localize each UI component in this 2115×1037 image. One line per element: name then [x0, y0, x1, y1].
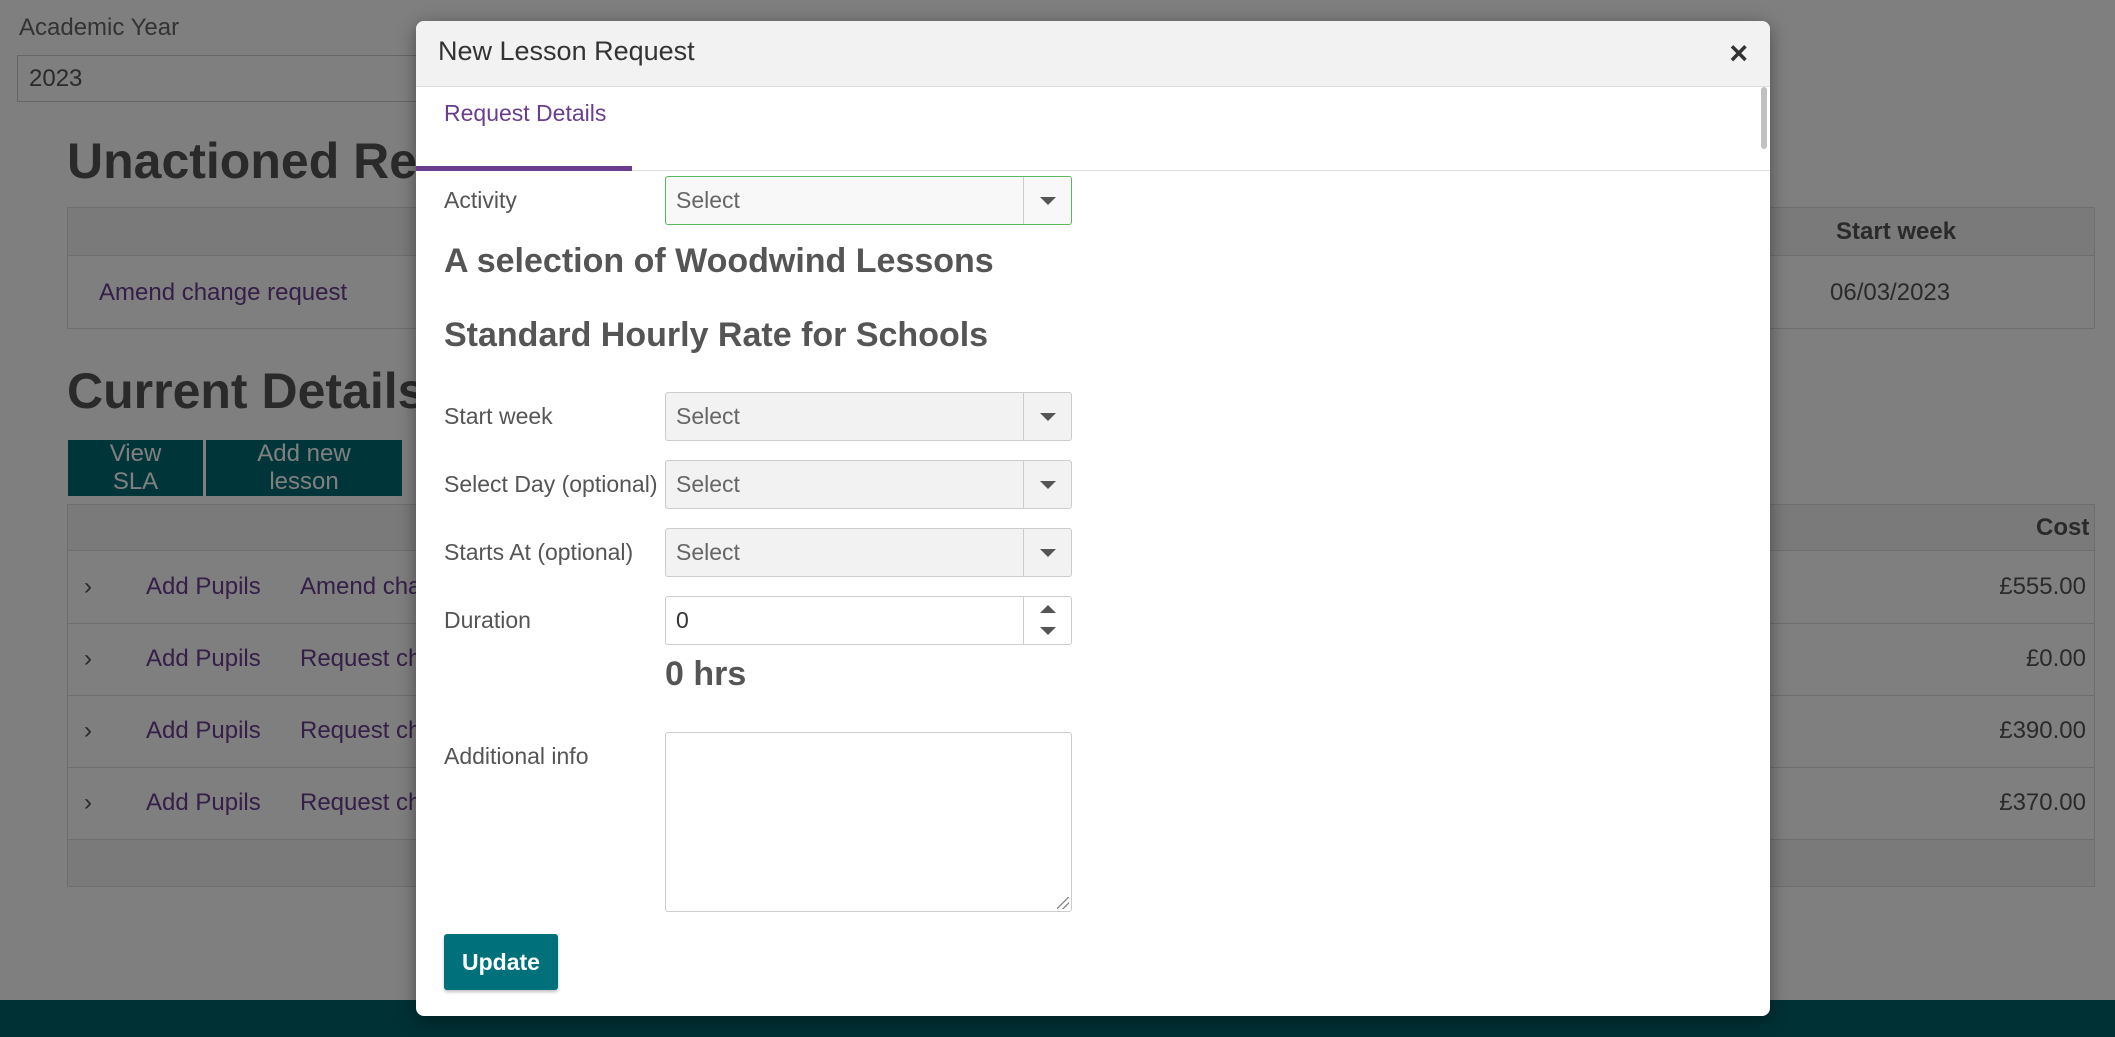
decrement-icon[interactable]: [1040, 627, 1056, 635]
tab-request-details[interactable]: Request Details: [416, 87, 632, 171]
activity-description-heading: A selection of Woodwind Lessons: [444, 242, 994, 280]
duration-input[interactable]: 0: [665, 596, 1072, 645]
chevron-down-icon[interactable]: [1023, 177, 1071, 224]
select-day-select-value: Select: [676, 471, 740, 497]
modal-header: New Lesson Request ×: [416, 21, 1770, 87]
duration-value: 0: [676, 607, 689, 633]
additional-info-label: Additional info: [444, 743, 589, 769]
rate-description-heading: Standard Hourly Rate for Schools: [444, 316, 989, 354]
duration-hours-display: 0 hrs: [665, 655, 747, 693]
start-week-label: Start week: [444, 403, 553, 429]
modal-title: New Lesson Request: [438, 36, 695, 66]
select-day-select[interactable]: Select: [665, 460, 1072, 509]
update-button[interactable]: Update: [444, 934, 558, 990]
additional-info-textarea[interactable]: [665, 732, 1072, 912]
start-week-select-value: Select: [676, 403, 740, 429]
activity-label: Activity: [444, 187, 517, 213]
close-icon[interactable]: ×: [1729, 37, 1748, 69]
modal-tabs: Request Details: [416, 87, 1770, 171]
modal-scrollbar[interactable]: [1761, 87, 1767, 149]
chevron-down-icon[interactable]: [1023, 461, 1071, 508]
start-week-select[interactable]: Select: [665, 392, 1072, 441]
starts-at-select-value: Select: [676, 539, 740, 565]
new-lesson-request-modal: New Lesson Request × Request Details Act…: [416, 21, 1770, 1016]
chevron-down-icon[interactable]: [1023, 529, 1071, 576]
increment-icon[interactable]: [1040, 605, 1056, 613]
activity-select[interactable]: Select: [665, 176, 1072, 225]
activity-select-value: Select: [676, 187, 740, 213]
starts-at-select[interactable]: Select: [665, 528, 1072, 577]
chevron-down-icon[interactable]: [1023, 393, 1071, 440]
starts-at-label: Starts At (optional): [444, 539, 634, 565]
select-day-label: Select Day (optional): [444, 471, 658, 497]
duration-label: Duration: [444, 607, 531, 633]
duration-stepper[interactable]: [1023, 597, 1071, 644]
resize-handle-icon[interactable]: [1057, 897, 1069, 909]
